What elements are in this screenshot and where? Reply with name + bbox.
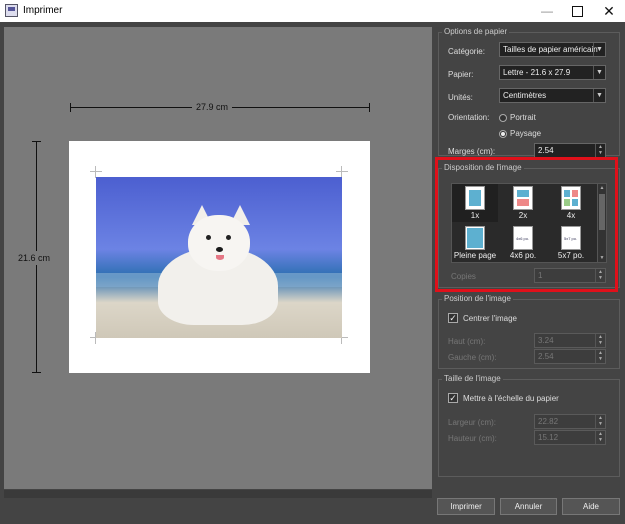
- chevron-down-icon: ▼: [593, 43, 605, 56]
- spin-down-icon[interactable]: ▼: [596, 150, 605, 156]
- image-position-group: Position de l'image ✓ Centrer l'image Ha…: [438, 294, 620, 369]
- left-input[interactable]: 2.54 ▲ ▼: [534, 349, 606, 364]
- margins-value: 2.54: [538, 146, 554, 155]
- layout-highlight-frame: [435, 157, 618, 292]
- image-position-title: Position de l'image: [442, 294, 513, 303]
- spin-down-icon[interactable]: ▼: [596, 437, 605, 443]
- top-input[interactable]: 3.24 ▲ ▼: [534, 333, 606, 348]
- margins-label: Marges (cm):: [448, 147, 496, 156]
- preview-photo[interactable]: [96, 177, 342, 338]
- photo-dog-eye: [226, 235, 231, 240]
- photo-dog-head: [188, 215, 250, 271]
- chevron-down-icon: ▼: [593, 89, 605, 102]
- height-dimension-label: 21.6 cm: [18, 251, 51, 265]
- center-image-label[interactable]: Centrer l'image: [463, 314, 517, 323]
- left-label: Gauche (cm):: [448, 353, 497, 362]
- help-button[interactable]: Aide: [562, 498, 620, 515]
- left-value: 2.54: [538, 352, 554, 361]
- print-button[interactable]: Imprimer: [437, 498, 495, 515]
- landscape-radio[interactable]: [499, 130, 507, 138]
- width-value: 22.82: [538, 417, 559, 426]
- spin-down-icon[interactable]: ▼: [596, 340, 605, 346]
- minimize-button[interactable]: —: [532, 0, 562, 22]
- print-preview: 27.9 cm 21.6 cm: [4, 27, 432, 489]
- landscape-label[interactable]: Paysage: [510, 129, 541, 138]
- close-button[interactable]: ✕: [594, 0, 624, 22]
- width-spinner[interactable]: ▲ ▼: [595, 415, 605, 428]
- height-input[interactable]: 15.12 ▲ ▼: [534, 430, 606, 445]
- image-size-title: Taille de l'image: [442, 374, 503, 383]
- photo-dog-tongue: [216, 255, 224, 260]
- paper-sheet: [69, 141, 370, 373]
- photo-dog-eye: [206, 235, 211, 240]
- paper-options-title: Options de papier: [442, 27, 510, 36]
- width-label: Largeur (cm):: [448, 418, 497, 427]
- orientation-label: Orientation:: [448, 113, 490, 122]
- margins-input[interactable]: 2.54 ▲ ▼: [534, 143, 606, 158]
- height-label: Hauteur (cm):: [448, 434, 497, 443]
- margins-spinner[interactable]: ▲ ▼: [595, 144, 605, 157]
- printer-app-icon: [5, 4, 18, 17]
- top-value: 3.24: [538, 336, 554, 345]
- portrait-label[interactable]: Portrait: [510, 113, 536, 122]
- fit-to-paper-checkbox[interactable]: ✓: [448, 393, 458, 403]
- portrait-radio[interactable]: [499, 114, 507, 122]
- top-spinner[interactable]: ▲ ▼: [595, 334, 605, 347]
- photo-dog-nose: [216, 247, 223, 252]
- image-size-group: Taille de l'image ✓ Mettre à l'échelle d…: [438, 374, 620, 477]
- paper-label: Papier:: [448, 70, 474, 79]
- maximize-button[interactable]: [562, 0, 592, 22]
- spin-down-icon[interactable]: ▼: [596, 421, 605, 427]
- paper-value: Lettre - 21.6 x 27.9: [503, 68, 571, 77]
- width-dimension-label: 27.9 cm: [192, 102, 233, 112]
- title-bar: Imprimer — ✕: [0, 0, 625, 22]
- paper-options-group: Options de papier Catégorie: Tailles de …: [438, 27, 620, 158]
- chevron-down-icon: ▼: [593, 66, 605, 79]
- units-value: Centimètres: [503, 91, 547, 100]
- preview-scrollbar[interactable]: [4, 490, 432, 498]
- category-select[interactable]: Tailles de papier américain ▼: [499, 42, 606, 57]
- category-value: Tailles de papier américain: [503, 45, 598, 54]
- category-label: Catégorie:: [448, 47, 485, 56]
- cancel-button[interactable]: Annuler: [500, 498, 557, 515]
- top-label: Haut (cm):: [448, 337, 486, 346]
- units-label: Unités:: [448, 93, 473, 102]
- window-title: Imprimer: [23, 5, 63, 16]
- height-spinner[interactable]: ▲ ▼: [595, 431, 605, 444]
- units-select[interactable]: Centimètres ▼: [499, 88, 606, 103]
- paper-select[interactable]: Lettre - 21.6 x 27.9 ▼: [499, 65, 606, 80]
- height-value: 15.12: [538, 433, 559, 442]
- spin-down-icon[interactable]: ▼: [596, 356, 605, 362]
- left-spinner[interactable]: ▲ ▼: [595, 350, 605, 363]
- width-input[interactable]: 22.82 ▲ ▼: [534, 414, 606, 429]
- fit-to-paper-label[interactable]: Mettre à l'échelle du papier: [463, 394, 559, 403]
- center-image-checkbox[interactable]: ✓: [448, 313, 458, 323]
